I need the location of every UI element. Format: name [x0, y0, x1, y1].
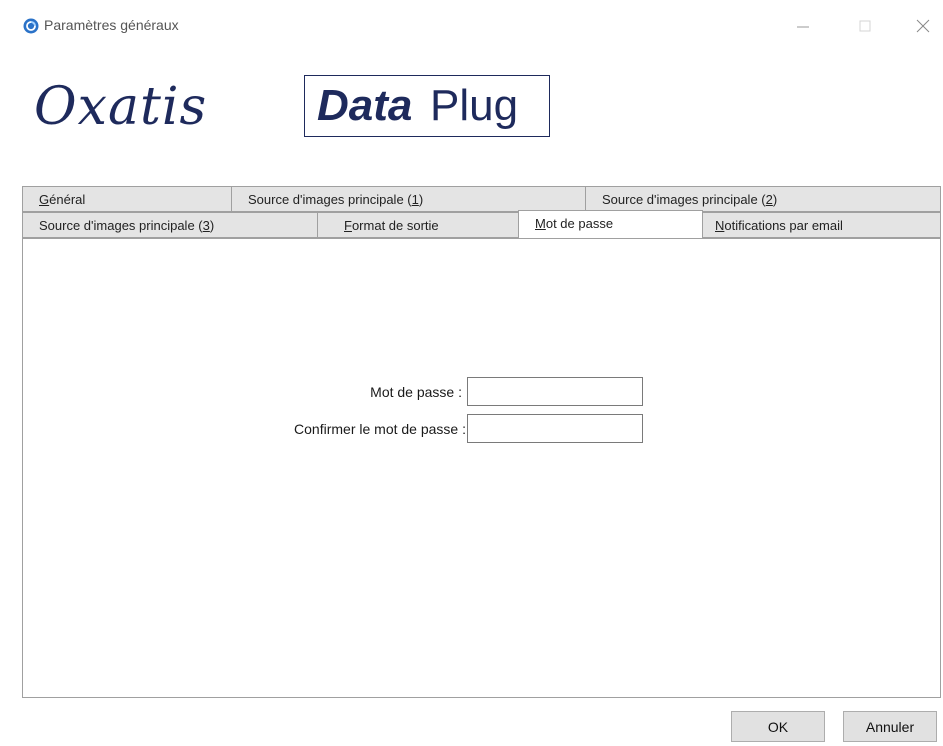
password-tab-panel [22, 238, 941, 698]
minimize-icon [797, 26, 809, 28]
logo-product-regular: Plug [430, 81, 519, 130]
tab-format-de-sortie[interactable]: Format de sortie [317, 212, 519, 238]
tab-source-images-3[interactable]: Source d'images principale (3) [22, 212, 318, 238]
logo-brand-word: Oxatis [34, 77, 208, 137]
window-titlebar: Paramètres généraux [0, 0, 943, 50]
cancel-button[interactable]: Annuler [843, 711, 937, 742]
password-input[interactable] [467, 377, 643, 406]
window-title: Paramètres généraux [44, 17, 179, 33]
tab-source-images-1[interactable]: Source d'images principale (1) [231, 186, 586, 212]
close-icon [916, 19, 930, 33]
ok-button[interactable]: OK [731, 711, 825, 742]
logo-product-bold: Data [317, 81, 413, 130]
tab-mot-de-passe[interactable]: Mot de passe [518, 210, 703, 238]
app-icon [23, 18, 39, 34]
maximize-button[interactable] [844, 10, 888, 40]
maximize-icon [859, 20, 871, 32]
tab-source-images-2[interactable]: Source d'images principale (2) [585, 186, 941, 212]
tab-general[interactable]: Général [22, 186, 232, 212]
confirm-password-label: Confirmer le mot de passe : [294, 421, 466, 437]
logo-product-box: Data Plug [304, 75, 550, 137]
minimize-button[interactable] [782, 10, 826, 40]
password-label: Mot de passe : [370, 384, 462, 400]
close-button[interactable] [902, 10, 943, 40]
confirm-password-input[interactable] [467, 414, 643, 443]
tab-notifications-email[interactable]: Notifications par email [702, 212, 941, 238]
